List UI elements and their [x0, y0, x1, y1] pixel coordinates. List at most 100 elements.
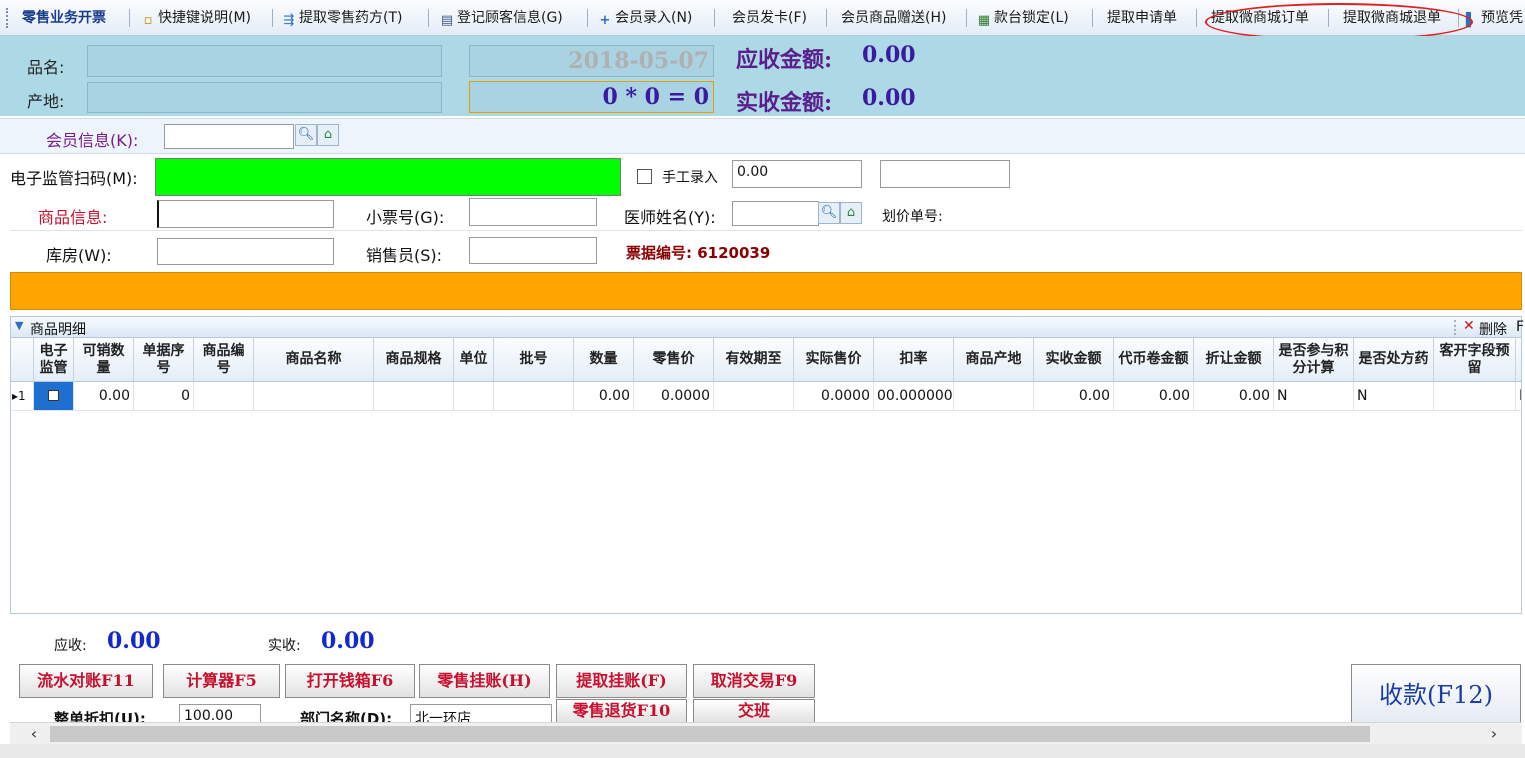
table-cell[interactable] — [494, 382, 574, 411]
table-cell[interactable]: 0.0000 — [794, 382, 874, 411]
table-cell[interactable]: 0.00 — [1034, 382, 1114, 411]
col-header[interactable]: 实际售价 — [794, 338, 874, 382]
col-header[interactable]: 是否处方药 — [1354, 338, 1434, 382]
table-cell[interactable]: 0.0000 — [634, 382, 714, 411]
extra-input[interactable] — [880, 160, 1010, 188]
doctor-name-input[interactable] — [732, 201, 819, 226]
collapse-arrow-icon[interactable]: ▼ — [15, 319, 23, 332]
preview-button[interactable]: ▌ 预览凭 — [1464, 0, 1523, 36]
col-header[interactable]: 有效期至 — [714, 338, 794, 382]
col-header[interactable]: 单位 — [454, 338, 494, 382]
table-cell[interactable] — [374, 382, 454, 411]
product-info-input[interactable] — [157, 200, 334, 228]
scroll-right-arrow-icon[interactable]: › — [1484, 724, 1504, 744]
col-header[interactable]: 代币卷金额 — [1114, 338, 1194, 382]
horizontal-scrollbar[interactable]: ‹ › — [10, 722, 1522, 744]
extract-application-button[interactable]: 提取申请单 — [1107, 0, 1177, 36]
table-cell[interactable] — [1434, 382, 1516, 411]
table-cell[interactable] — [254, 382, 374, 411]
manual-entry-input[interactable]: 0.00 — [732, 160, 862, 188]
extract-prescription-button[interactable]: ⇶ 提取零售药方(T) — [282, 0, 403, 36]
shortcut-help-button[interactable]: ▫ 快捷键说明(M) — [141, 0, 251, 36]
member-card-button[interactable]: 会员发卡(F) — [732, 0, 807, 36]
table-cell[interactable] — [954, 382, 1034, 411]
table-cell[interactable]: N — [1354, 382, 1434, 411]
home-lookup-icon[interactable]: ⌂ — [840, 202, 862, 224]
table-cell[interactable]: N — [1516, 382, 1521, 411]
toolbar-grip[interactable] — [6, 8, 9, 28]
cancel-transaction-button[interactable]: 取消交易F9 — [693, 664, 815, 698]
warehouse-input[interactable] — [157, 238, 334, 265]
col-header[interactable]: 实收金额 — [1034, 338, 1114, 382]
table-cell[interactable]: 0.00 — [1114, 382, 1194, 411]
row-header-corner — [11, 338, 34, 382]
table-cell[interactable] — [454, 382, 494, 411]
col-header[interactable]: 数量 — [574, 338, 634, 382]
search-icon[interactable]: 🔍︎ — [295, 124, 317, 146]
row-indicator[interactable]: ▸1 — [11, 382, 34, 411]
summary-received-label: 实收: — [268, 638, 301, 654]
col-header[interactable]: 可销数量 — [74, 338, 134, 382]
col-header[interactable]: 商品名称 — [254, 338, 374, 382]
counter-lock-button[interactable]: ▦ 款台锁定(L) — [977, 0, 1069, 36]
retail-return-button[interactable]: 零售退货F10 — [556, 699, 687, 723]
separator — [714, 9, 715, 27]
member-info-input[interactable] — [164, 124, 294, 149]
table-cell[interactable]: 0.00 — [574, 382, 634, 411]
table-cell[interactable] — [714, 382, 794, 411]
table-cell[interactable]: 0.00 — [1194, 382, 1274, 411]
handover-button[interactable]: 交班 — [693, 699, 815, 723]
lock-list-icon: ▦ — [977, 13, 991, 28]
collect-payment-button[interactable]: 收款(F12) — [1351, 664, 1521, 726]
scrollbar-thumb[interactable] — [50, 726, 1370, 742]
home-lookup-icon[interactable]: ⌂ — [317, 124, 339, 146]
col-header[interactable]: 零售价 — [634, 338, 714, 382]
delete-x-icon[interactable]: ✕ — [1463, 318, 1475, 334]
table-cell[interactable]: 0.00 — [74, 382, 134, 411]
grid-section-header: ▼ 商品明细 ✕ 删除 F — [10, 316, 1524, 339]
supervision-checkbox[interactable] — [48, 390, 59, 401]
calculator-button[interactable]: 计算器F5 — [163, 664, 280, 698]
table-cell-supervision[interactable] — [34, 382, 74, 411]
member-info-label: 会员信息(K): — [46, 131, 139, 150]
member-gift-button[interactable]: 会员商品赠送(H) — [841, 0, 946, 36]
origin-label: 产地: — [27, 92, 65, 111]
summary-receivable-value: 0.00 — [107, 628, 161, 654]
separator — [966, 9, 967, 27]
scan-input[interactable] — [155, 158, 621, 196]
table-cell[interactable]: 00.000000 — [874, 382, 954, 411]
separator — [428, 9, 429, 27]
retrieve-hold-button[interactable]: 提取挂账(F) — [556, 664, 687, 698]
register-customer-button[interactable]: ▤ 登记顾客信息(G) — [440, 0, 563, 36]
table-cell[interactable]: N — [1274, 382, 1354, 411]
extract-icon: ⇶ — [283, 13, 295, 28]
summary-received-value: 0.00 — [321, 628, 375, 654]
table-cell[interactable] — [194, 382, 254, 411]
col-header[interactable]: 批号 — [494, 338, 574, 382]
col-header[interactable]: 商品编号 — [194, 338, 254, 382]
col-header[interactable]: 单据序号 — [134, 338, 194, 382]
manual-entry-checkbox[interactable] — [637, 169, 652, 184]
table-cell[interactable]: 0 — [134, 382, 194, 411]
col-header[interactable]: 客开字段预留 — [1434, 338, 1516, 382]
delete-button[interactable]: 删除 — [1479, 319, 1507, 339]
col-header[interactable]: 商品产地 — [954, 338, 1034, 382]
col-header-overflow — [1516, 338, 1521, 382]
col-header[interactable]: 扣率 — [874, 338, 954, 382]
col-header[interactable]: 电子监管 — [34, 338, 74, 382]
hold-button[interactable]: 零售挂账(H) — [419, 664, 550, 698]
received-value: 0.00 — [862, 85, 916, 111]
col-header[interactable]: 是否参与积分计算 — [1274, 338, 1354, 382]
col-header[interactable]: 商品规格 — [374, 338, 454, 382]
separator — [587, 9, 588, 27]
reconcile-button[interactable]: 流水对账F11 — [19, 664, 153, 698]
open-cashbox-button[interactable]: 打开钱箱F6 — [285, 664, 415, 698]
search-icon[interactable]: 🔍︎ — [818, 202, 840, 224]
toolbar-title: 零售业务开票 — [22, 10, 106, 26]
salesperson-input[interactable] — [469, 237, 597, 264]
ticket-no-input[interactable] — [469, 198, 597, 226]
scroll-left-arrow-icon[interactable]: ‹ — [24, 724, 44, 744]
member-entry-button[interactable]: + 会员录入(N) — [598, 0, 693, 36]
col-header[interactable]: 折让金额 — [1194, 338, 1274, 382]
manual-entry-label: 手工录入 — [662, 170, 718, 186]
